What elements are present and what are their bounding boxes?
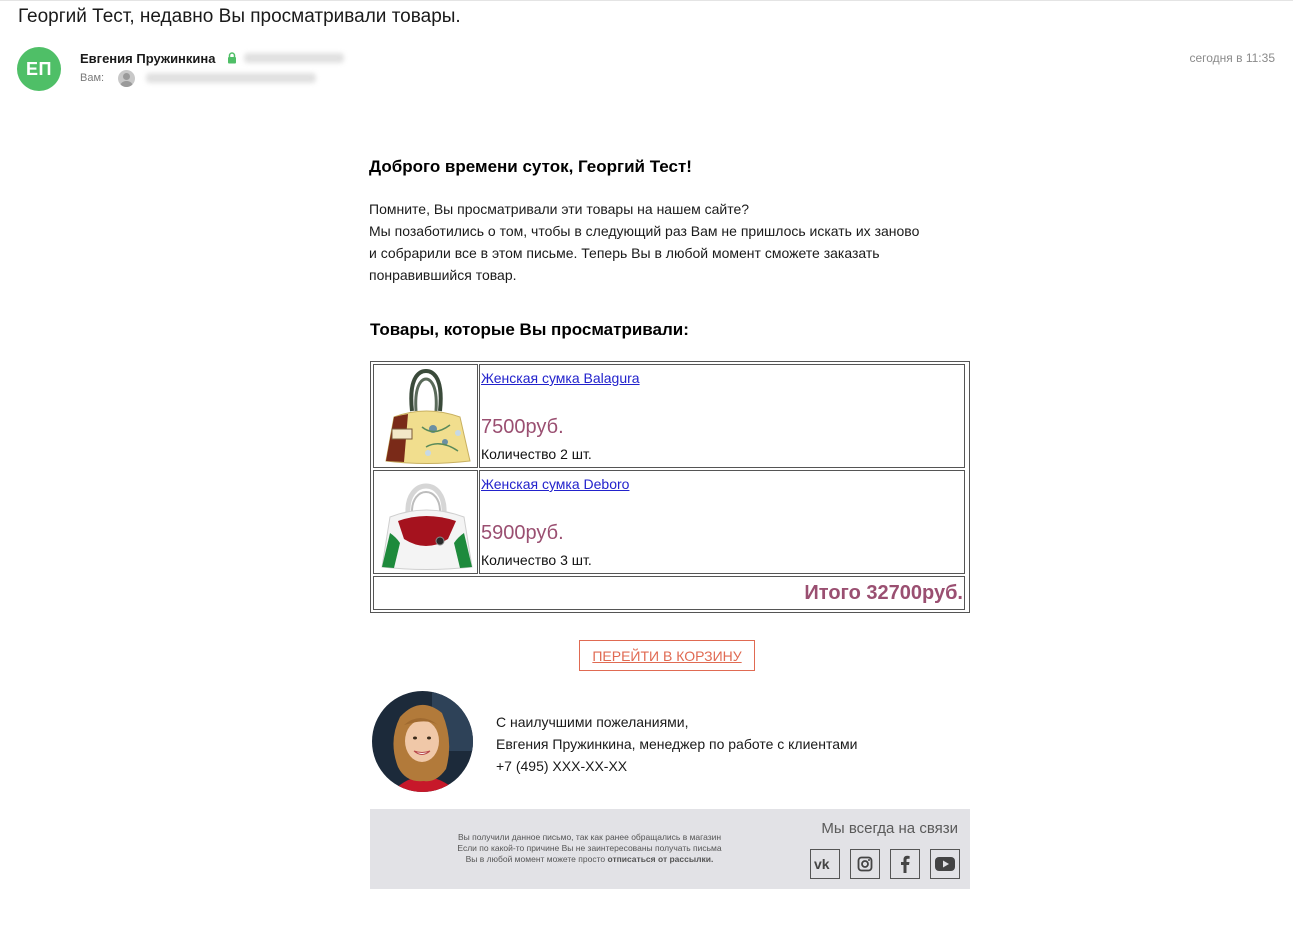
greeting-heading: Доброго времени суток, Георгий Тест!: [369, 157, 692, 176]
manager-photo: [372, 691, 473, 792]
product-image-white-bag[interactable]: [378, 473, 474, 571]
product-quantity: Количество 3 шт.: [481, 552, 592, 568]
unsubscribe-link[interactable]: отписаться от рассылки.: [607, 854, 713, 864]
product-link[interactable]: Женская сумка Balagura: [481, 370, 640, 386]
recipient-label: Вам:: [80, 72, 105, 84]
product-info-cell: Женская сумка Deboro 5900руб. Количество…: [479, 470, 965, 574]
recipient-email-redacted: [146, 73, 316, 83]
vk-icon[interactable]: vk: [810, 849, 840, 879]
sender-name[interactable]: Евгения Пружинкина: [80, 51, 216, 66]
footer-notice-line: Вы в любой момент можете просто отписать…: [412, 854, 767, 865]
product-image-yellow-bag[interactable]: [378, 367, 474, 465]
intro-line: Помните, Вы просматривали эти товары на …: [369, 201, 750, 217]
product-image-cell: [373, 470, 478, 574]
intro-line: понравившийся товар.: [369, 267, 517, 283]
product-price: 5900руб.: [481, 522, 564, 544]
intro-text: Помните, Вы просматривали эти товары на …: [369, 198, 979, 286]
signature-line: С наилучшими пожеланиями,: [496, 714, 689, 730]
svg-text:vk: vk: [814, 857, 830, 871]
product-link[interactable]: Женская сумка Deboro: [481, 476, 629, 492]
email-footer: Вы получили данное письмо, так как ранее…: [370, 809, 970, 889]
recipient-avatar[interactable]: [118, 70, 135, 87]
product-image-cell: [373, 364, 478, 468]
cart-table: Женская сумка Balagura 7500руб. Количест…: [370, 361, 970, 613]
signature-phone: +7 (495) XXX-XX-XX: [496, 758, 628, 774]
cart-total-cell: Итого 32700руб.: [373, 576, 965, 610]
product-quantity: Количество 2 шт.: [481, 446, 592, 462]
go-to-cart-button[interactable]: ПЕРЕЙТИ В КОРЗИНУ: [579, 640, 755, 671]
product-info-cell: Женская сумка Balagura 7500руб. Количест…: [479, 364, 965, 468]
footer-notice-line: Вы получили данное письмо, так как ранее…: [457, 832, 722, 842]
footer-notice-prefix: Вы в любой момент можете просто: [465, 854, 608, 864]
signature-line: Евгения Пружинкина, менеджер по работе с…: [496, 736, 858, 752]
product-price: 7500руб.: [481, 416, 564, 438]
footer-notice: Вы получили данное письмо, так как ранее…: [412, 832, 767, 865]
products-heading: Товары, которые Вы просматривали:: [370, 320, 689, 339]
lock-icon: [228, 52, 236, 64]
intro-line: Мы позаботились о том, чтобы в следующий…: [369, 223, 920, 239]
footer-notice-line: Если по какой-то причине Вы не заинтерес…: [457, 843, 722, 853]
contact-title: Мы всегда на связи: [821, 820, 958, 837]
youtube-icon[interactable]: [930, 849, 960, 879]
email-subject: Георгий Тест, недавно Вы просматривали т…: [18, 6, 461, 27]
signature: С наилучшими пожеланиями, Евгения Пружин…: [496, 711, 857, 777]
intro-line: и собрарили все в этом письме. Теперь Вы…: [369, 245, 880, 261]
email-date: сегодня в 11:35: [1189, 51, 1275, 65]
top-divider: [0, 0, 1293, 1]
facebook-icon[interactable]: [890, 849, 920, 879]
cart-total: Итого 32700руб.: [804, 582, 963, 604]
instagram-icon[interactable]: [850, 849, 880, 879]
sender-avatar[interactable]: ЕП: [17, 47, 61, 91]
sender-email-redacted: [244, 53, 344, 63]
